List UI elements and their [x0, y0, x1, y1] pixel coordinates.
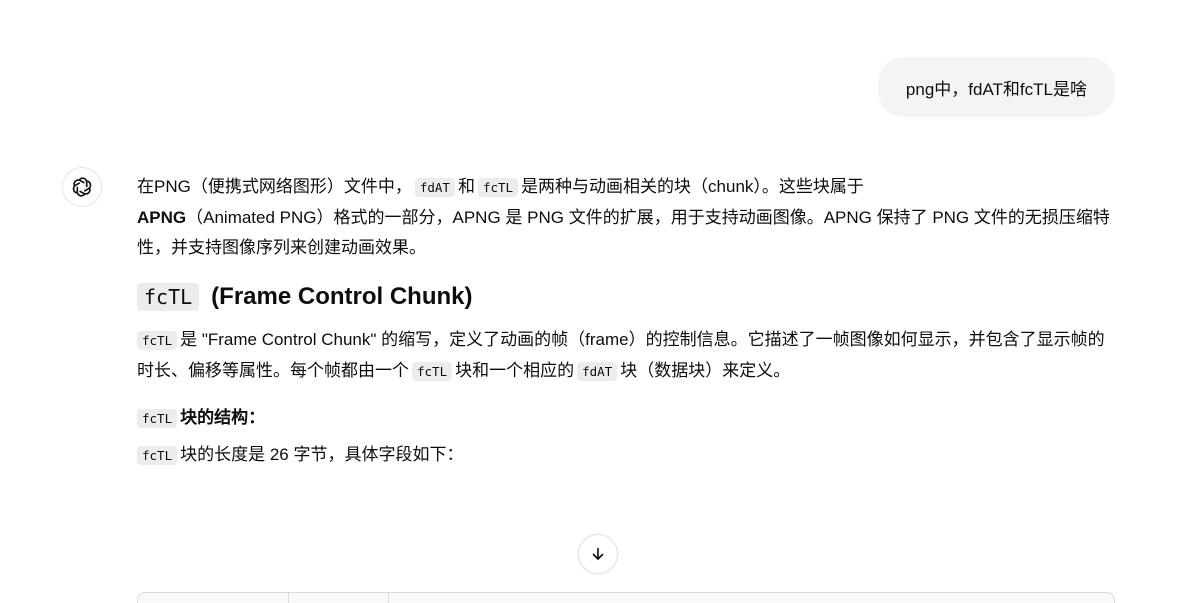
- openai-logo-icon: [62, 167, 102, 207]
- para2-text-3: 块（数据块）来定义。: [620, 361, 791, 380]
- intro-text-2: 和: [457, 177, 475, 196]
- intro-text-4: （Animated PNG）格式的一部分，APNG 是 PNG 文件的扩展，用于…: [137, 208, 1110, 257]
- intro-text-3: 是两种与动画相关的块（chunk）。这些块属于: [521, 177, 864, 196]
- scroll-to-bottom-button[interactable]: [578, 534, 618, 574]
- inline-code-fctl: fcTL: [137, 409, 178, 428]
- arrow-down-icon: [592, 547, 604, 560]
- inline-code-fctl: fcTL: [137, 446, 178, 465]
- apng-bold: APNG: [137, 208, 187, 227]
- user-message-text: png中，fdAT和fcTL是啥: [905, 79, 1087, 99]
- inline-code-fctl: fcTL: [412, 362, 453, 381]
- fields-table: [137, 592, 1115, 603]
- para2-text-2: 块和一个相应的: [455, 361, 575, 380]
- structure-heading-text: 块的结构：: [180, 408, 266, 427]
- structure-heading: fcTL 块的结构：: [137, 403, 1117, 434]
- intro-text-1: 在PNG（便携式网络图形）文件中，: [137, 177, 412, 196]
- table-column-divider: [288, 593, 289, 603]
- inline-code-fctl: fcTL: [137, 331, 178, 350]
- heading-text: (Frame Control Chunk): [211, 283, 473, 310]
- table-column-divider: [388, 593, 389, 603]
- inline-code-fctl: fcTL: [477, 178, 519, 197]
- fctl-description-paragraph: fcTL 是 "Frame Control Chunk" 的缩写，定义了动画的帧（…: [137, 325, 1117, 387]
- heading-code: fcTL: [137, 283, 200, 311]
- inline-code-fdat: fdAT: [414, 178, 455, 197]
- chat-page: png中，fdAT和fcTL是啥 在PNG（便携式网络图形）文件中， fdAT 和 f…: [0, 0, 1195, 603]
- assistant-message: 在PNG（便携式网络图形）文件中， fdAT 和 fcTL 是两种与动画相关的块（chu…: [137, 172, 1117, 471]
- structure-length-text: fcTL 块的长度是 26 字节，具体字段如下：: [137, 440, 1117, 471]
- structure-length-sentence: 块的长度是 26 字节，具体字段如下：: [180, 445, 464, 464]
- section-heading-fctl: fcTL (Frame Control Chunk): [137, 279, 1117, 315]
- inline-code-fdat: fdAT: [577, 362, 618, 381]
- user-message-bubble: png中，fdAT和fcTL是啥: [877, 57, 1115, 117]
- intro-paragraph: 在PNG（便携式网络图形）文件中， fdAT 和 fcTL 是两种与动画相关的块（chu…: [137, 172, 1117, 263]
